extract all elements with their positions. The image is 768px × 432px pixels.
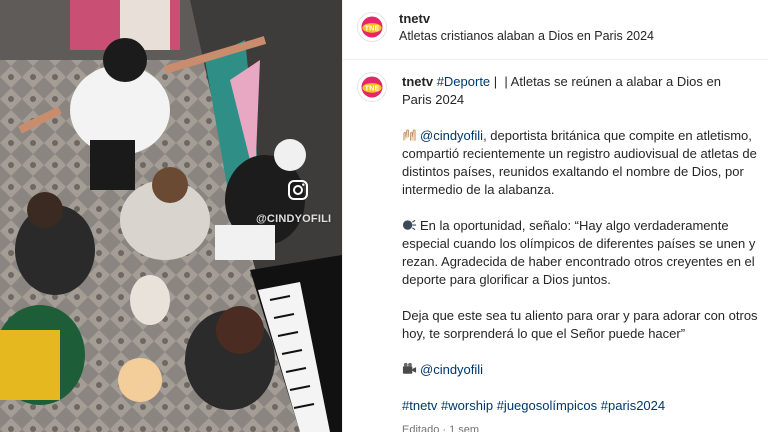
- credit-mention[interactable]: @cindyofili: [420, 362, 483, 377]
- post-meta: Editado · 1 sem: [402, 424, 480, 432]
- mention-cindyofili[interactable]: @cindyofili: [420, 128, 483, 143]
- caption-title-line2: Paris 2024: [402, 92, 465, 107]
- tne-logo-icon: TNE: [358, 13, 386, 41]
- post-window: @CINDYOFILI TNE tnetv Atletas cristianos…: [0, 0, 768, 432]
- header-subtitle[interactable]: Atletas cristianos alaban a Dios en Pari…: [399, 29, 654, 43]
- post-caption: TNE tnetv #Deporte | | Atletas se reúnen…: [343, 60, 768, 432]
- caption-p2-line2: especial cuando los olímpicos de diferen…: [402, 236, 756, 251]
- caption-p1-line4: intermedio de la alabanza.: [402, 182, 555, 197]
- post-header: TNE tnetv Atletas cristianos alaban a Di…: [343, 0, 768, 60]
- instagram-icon: [288, 180, 308, 200]
- raised-hands-icon: [403, 129, 416, 141]
- caption-username[interactable]: tnetv: [402, 74, 433, 89]
- hashtag-worship[interactable]: #worship: [441, 398, 493, 413]
- caption-avatar[interactable]: TNE: [357, 72, 387, 102]
- caption-p2-line4: deporte para glorificar a Dios juntos.: [402, 272, 611, 287]
- caption-p1-line1: , deportista británica que compite en at…: [483, 128, 752, 143]
- hashtag-paris2024[interactable]: #paris2024: [601, 398, 665, 413]
- caption-text: tnetv #Deporte | | Atletas se reúnen a a…: [402, 73, 762, 432]
- caption-p2-line3: rezan. Agradecida de haber encontrado ot…: [402, 254, 755, 269]
- hashtag-tnetv[interactable]: #tnetv: [402, 398, 437, 413]
- hashtag-deporte[interactable]: #Deporte: [437, 74, 490, 89]
- avatar[interactable]: TNE: [357, 12, 387, 42]
- hashtag-juegosolimpicos[interactable]: #juegosolímpicos: [497, 398, 597, 413]
- video-watermark: @CINDYOFILI: [256, 213, 332, 225]
- caption-p1-line2: compartió recientemente un registro audi…: [402, 146, 757, 161]
- caption-p1-line3: distintos países, reunidos exaltando el …: [402, 164, 744, 179]
- tne-logo-icon: TNE: [358, 73, 386, 101]
- svg-text:TNE: TNE: [365, 24, 380, 33]
- header-username[interactable]: tnetv: [399, 11, 430, 26]
- svg-text:TNE: TNE: [365, 84, 380, 93]
- caption-title: | | Atletas se reúnen a alabar a Dios en: [493, 74, 721, 89]
- caption-p2-line1: En la oportunidad, señalo: “Hay algo ver…: [420, 218, 729, 233]
- post-video[interactable]: @CINDYOFILI: [0, 0, 342, 432]
- hashtag-list: #tnetv #worship #juegosolímpicos #paris2…: [402, 397, 762, 415]
- caption-p3-line1: Deja que este sea tu aliento para orar y…: [402, 308, 758, 323]
- caption-p3-line2: hoy, te sorprenderá lo que el Señor pued…: [402, 326, 686, 341]
- speaking-head-icon: [402, 219, 417, 231]
- post-panel: TNE tnetv Atletas cristianos alaban a Di…: [342, 0, 768, 432]
- video-camera-icon: [402, 362, 417, 374]
